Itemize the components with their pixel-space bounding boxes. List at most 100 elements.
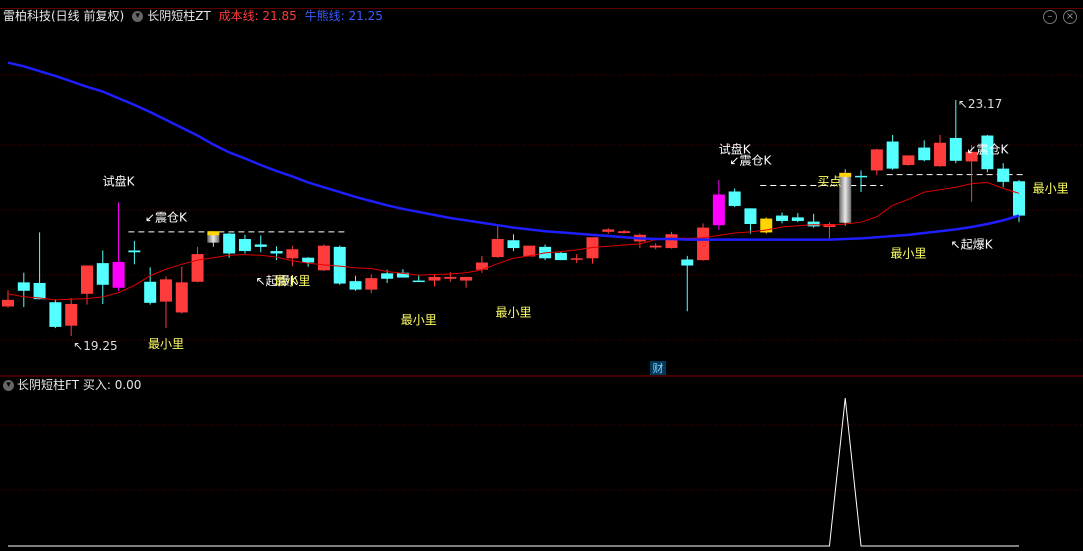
candle [349,275,362,291]
chart-labels: 试盘K↙震仓K↖起爆K最小里最小里最小里最小里试盘K↙震仓K买点最小里↖起爆K↙… [73,97,1069,353]
candle [144,267,157,305]
candle-body [870,149,883,171]
candle-body [1013,181,1025,216]
annotation-label: 最小里 [401,313,437,327]
candle-body [776,215,789,221]
candle-body [207,234,220,243]
candle-body [128,250,141,253]
candle [744,208,757,234]
candle [428,275,441,287]
candle-body [618,231,631,234]
candle-body [507,240,520,249]
candle [886,134,899,170]
candle [855,170,868,193]
candle-body [349,281,362,290]
candle [207,231,220,247]
candle-body [238,239,251,252]
candle [728,188,741,208]
candle-cap [207,231,220,236]
candle [17,272,30,308]
candle [918,140,931,162]
annotation-label: ↙震仓K [145,211,188,225]
candle [460,276,473,288]
candle [760,217,773,234]
candle-body [460,276,473,281]
candle-body [491,239,504,258]
candle-body [697,227,710,261]
annotation-label: 最小里 [890,247,926,261]
candle-body [286,249,299,259]
candle [570,254,583,264]
annotation-label: ↖起爆K [951,238,994,252]
sub-indicator-name: 长阴短柱FT [17,378,80,392]
candle-body [17,282,30,291]
candle [681,255,694,312]
finance-marker[interactable]: 财 [650,361,666,375]
candle [223,233,236,258]
candle [491,225,504,258]
candle [712,180,725,231]
candle-body [728,191,741,206]
candle [633,233,646,249]
candle [191,246,204,283]
candle-body [2,299,14,307]
candle [128,240,141,265]
candle-body [918,147,931,161]
annotation-label: 最小里 [495,306,531,320]
candle [902,155,915,166]
candle-body [302,257,315,263]
annotation-label: 买点 [817,174,841,188]
candle-body [412,280,425,283]
candle-body [65,304,78,326]
buy-value: 买入: 0.00 [82,378,142,392]
low-price-label: ↖19.25 [73,339,117,353]
candle [807,213,820,228]
candle [602,228,615,234]
candle-body [333,246,346,284]
candle-body [602,229,615,232]
candle [333,245,346,285]
sub-indicator-toggle-icon[interactable]: ▾ [3,380,14,391]
candle [586,237,599,264]
candle-body [381,273,394,279]
annotation-label: 最小里 [148,337,184,351]
candle-body [681,259,694,266]
candle-body [444,276,457,279]
candle [791,213,804,223]
candle [65,298,78,336]
threshold-lines [128,174,1025,233]
annotation-label: 最小里 [274,274,310,288]
candle-body [144,281,157,303]
annotation-label: ↙震仓K [729,153,772,167]
candle-body [49,302,62,327]
candle-body [317,245,330,271]
candle-body [33,282,46,300]
candle-body [997,168,1010,182]
candle-body [223,233,236,254]
candle [286,245,299,267]
candle [175,266,188,314]
candle-body [254,244,267,247]
candle [159,276,172,329]
candle [997,163,1010,188]
candle-body [112,261,125,288]
candle [618,230,631,234]
candle [649,243,662,250]
candle [870,148,883,176]
candle-body [744,208,757,224]
candle [49,299,62,329]
candle-body [949,137,962,161]
sub-chart-header: ▾ 长阴短柱FT 买入: 0.00 [0,377,141,393]
candle-body [428,276,441,281]
candle [776,212,789,224]
candle-body [175,282,188,313]
candle-body [649,245,662,248]
candle-body [934,142,947,167]
annotation-label: 最小里 [1033,182,1069,196]
candle-body [902,155,915,166]
candle-body [96,263,109,285]
candle-body [886,141,899,169]
candle [697,223,710,261]
candle-body [712,194,725,226]
candle-body [80,265,93,294]
